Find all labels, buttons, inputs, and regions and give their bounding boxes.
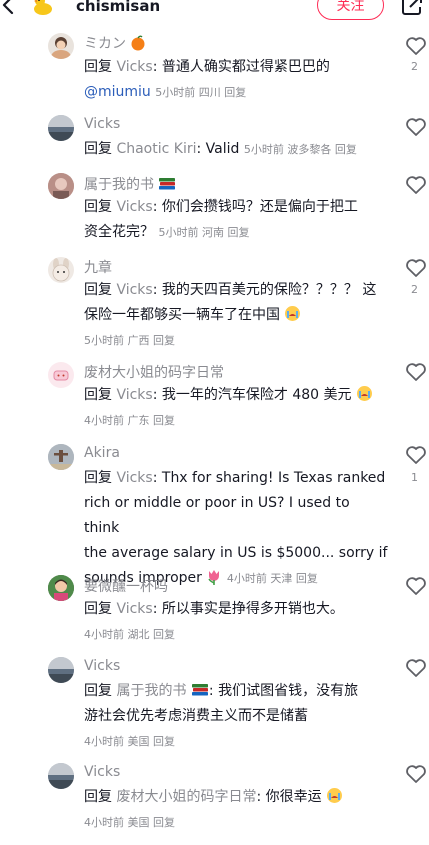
- comment-meta: 4小时前 广东 回复: [84, 414, 175, 427]
- comment-meta: 4小时前 美国 回复: [84, 735, 175, 748]
- commenter-name[interactable]: 废材大小姐的码字日常: [84, 362, 224, 382]
- comment-body: 回复 Vicks: 我的天四百美元的保险？？？？ 这 保险一年都够买一辆车了在中…: [84, 282, 377, 347]
- comment-body: 回复 Vicks: 普通人确实都过得紧巴巴的 @miumiu 5小时前 四川 回…: [84, 59, 330, 100]
- comment-meta: 5小时前 波多黎各 回复: [243, 143, 357, 156]
- comment-body: 回复 属于我的书 : 我们试图省钱，没有旅 游社会优先考虑消费主义而不是储蓄 4…: [84, 683, 359, 748]
- like-heart-icon[interactable]: [405, 445, 427, 465]
- like-heart-icon[interactable]: [405, 175, 427, 195]
- reply-to-name[interactable]: Chaotic Kiri: [116, 141, 196, 157]
- orange-emoji-icon: [131, 35, 145, 51]
- avatar[interactable]: [48, 444, 74, 470]
- like-heart-icon[interactable]: [405, 576, 427, 596]
- like-heart-icon[interactable]: [405, 258, 427, 278]
- commenter-name[interactable]: 要微醺一杯吗: [84, 576, 168, 596]
- avatar[interactable]: [48, 763, 74, 789]
- top-bar: chismisan 关注: [0, 0, 429, 26]
- commenter-name[interactable]: 属于我的书: [84, 174, 176, 194]
- reply-to-name[interactable]: 废材大小姐的码字日常: [116, 789, 256, 805]
- commenter-name[interactable]: Vicks: [84, 764, 120, 780]
- comment-body: 回复 Chaotic Kiri: Valid 5小时前 波多黎各 回复: [84, 141, 357, 157]
- reply-to-name[interactable]: Vicks: [116, 199, 152, 215]
- comment-meta: 4小时前 天津 回复: [226, 572, 318, 585]
- like-count: 2: [411, 283, 418, 296]
- reply-to-name[interactable]: Vicks: [116, 601, 152, 617]
- comment-body: 回复 Vicks: Thx for sharing! Is Texas rank…: [84, 470, 388, 586]
- reply-to-name[interactable]: 属于我的书: [116, 683, 186, 699]
- comment-body: 回复 Vicks: 所以事实是挣得多开销也大。 4小时前 湖北 回复: [84, 601, 344, 641]
- reply-to-name[interactable]: Vicks: [116, 59, 152, 75]
- like-count: 2: [411, 60, 418, 73]
- back-arrow-icon[interactable]: [0, 0, 18, 16]
- comment-meta: 4小时前 美国 回复: [84, 816, 175, 829]
- tulip-emoji-icon: [208, 570, 220, 585]
- comment-meta: 4小时前 湖北 回复: [84, 628, 175, 641]
- avatar[interactable]: [48, 33, 74, 59]
- share-icon[interactable]: [401, 0, 423, 16]
- avatar[interactable]: [48, 575, 74, 601]
- crying-face-emoji-icon: [356, 386, 372, 401]
- comment-meta: 5小时前 广西 回复: [84, 334, 175, 347]
- commenter-name[interactable]: Akira: [84, 445, 120, 461]
- comment-meta: 5小时前 四川 回复: [155, 86, 247, 99]
- crying-face-emoji-icon: [285, 306, 301, 321]
- mention-link[interactable]: @miumiu: [84, 84, 151, 100]
- books-emoji-icon: [159, 178, 176, 190]
- profile-username[interactable]: chismisan: [76, 0, 160, 15]
- like-heart-icon[interactable]: [405, 36, 427, 56]
- comment-body: 回复 Vicks: 你们会攒钱吗？还是偏向于把工 资全花完？ 5小时前 河南 回…: [84, 199, 358, 240]
- like-count: 1: [411, 471, 418, 484]
- like-heart-icon[interactable]: [405, 362, 427, 382]
- like-heart-icon[interactable]: [405, 117, 427, 137]
- duck-avatar-icon[interactable]: [32, 0, 54, 16]
- comment-meta: 5小时前 河南 回复: [158, 226, 250, 239]
- commenter-name[interactable]: Vicks: [84, 658, 120, 674]
- avatar[interactable]: [48, 257, 74, 283]
- avatar[interactable]: [48, 657, 74, 683]
- books-emoji-icon: [191, 684, 208, 696]
- commenter-name[interactable]: Vicks: [84, 116, 120, 132]
- comment-body: 回复 废材大小姐的码字日常: 你很幸运 4小时前 美国 回复: [84, 785, 389, 835]
- reply-to-name[interactable]: Vicks: [116, 387, 152, 403]
- avatar[interactable]: [48, 362, 74, 388]
- avatar[interactable]: [48, 173, 74, 199]
- commenter-name[interactable]: ミカン: [84, 33, 146, 53]
- commenter-name[interactable]: 九章: [84, 257, 112, 277]
- like-heart-icon[interactable]: [405, 764, 427, 784]
- reply-to-name[interactable]: Vicks: [116, 470, 152, 486]
- like-heart-icon[interactable]: [405, 658, 427, 678]
- reply-to-name[interactable]: Vicks: [116, 282, 152, 298]
- avatar[interactable]: [48, 115, 74, 141]
- comment-body: 回复 Vicks: 我一年的汽车保险才 480 美元 4小时前 广东 回复: [84, 383, 389, 433]
- crying-face-emoji-icon: [327, 788, 343, 803]
- follow-button[interactable]: 关注: [317, 0, 384, 20]
